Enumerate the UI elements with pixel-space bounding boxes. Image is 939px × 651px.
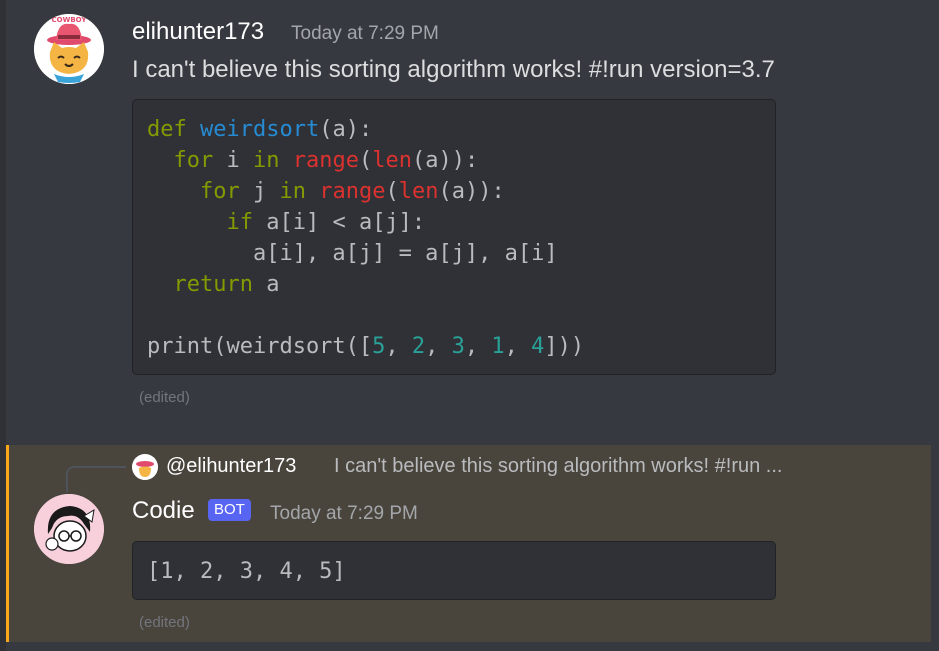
code-token: for [173, 148, 214, 173]
code-token: range [319, 179, 386, 204]
reply-author-mention[interactable]: @elihunter173 [166, 455, 296, 478]
reply-spine-icon [66, 466, 126, 492]
svg-text:COWBOY: COWBOY [52, 16, 88, 24]
message-timestamp[interactable]: Today at 7:29 PM [270, 503, 418, 525]
code-line: for i in range(len(a)): [147, 145, 479, 176]
code-token: if [226, 210, 253, 235]
code-token: len [372, 148, 412, 173]
code-token: ])) [544, 334, 585, 359]
message-text: I can't believe this sorting algorithm w… [132, 56, 775, 83]
bot-badge: BOT [208, 499, 251, 521]
author-name[interactable]: elihunter173 [132, 18, 264, 46]
code-token: return [173, 272, 253, 297]
anime-girl-avatar-icon[interactable] [34, 494, 104, 564]
message-elihunter173: COWBOY elihunter173 Today at 7:29 PM I c… [0, 0, 939, 440]
code-line: a[i], a[j] = a[j], a[i] [147, 238, 558, 269]
code-token: in [279, 179, 306, 204]
code-token: (a): [319, 117, 373, 142]
code-block: def weirdsort(a): for i in range(len(a))… [132, 99, 776, 375]
code-token: 3 [451, 334, 465, 359]
output-text: [1, 2, 3, 4, 5] [147, 559, 346, 584]
mention-highlight-bar [6, 445, 9, 642]
code-line: def weirdsort(a): [147, 114, 372, 145]
code-token: , [464, 334, 492, 359]
code-token: print(weirdsort([ [147, 334, 373, 359]
code-token: a[i] < a[j]: [252, 210, 426, 235]
code-token: (a)): [411, 148, 479, 173]
code-token: weirdsort [199, 117, 320, 142]
code-line: print(weirdsort([5, 2, 3, 1, 4])) [147, 331, 584, 362]
code-token: , [504, 334, 532, 359]
output-code-block: [1, 2, 3, 4, 5] [132, 541, 776, 600]
code-token: range [292, 148, 359, 173]
code-token: ( [358, 148, 373, 173]
code-token: a[i], a[j] = a[j], a[i] [147, 241, 558, 266]
code-token: a [252, 272, 280, 297]
code-token: 2 [411, 334, 426, 359]
code-token: , [385, 334, 412, 359]
edited-label: (edited) [139, 389, 190, 406]
code-token: j [239, 179, 280, 204]
reply-author-avatar-icon[interactable] [132, 454, 158, 480]
message-timestamp[interactable]: Today at 7:29 PM [291, 23, 439, 45]
code-token: 1 [491, 334, 505, 359]
code-line: return a [147, 269, 280, 300]
code-token: in [253, 148, 280, 173]
code-line: if a[i] < a[j]: [147, 207, 425, 238]
reply-preview-text[interactable]: I can't believe this sorting algorithm w… [334, 455, 782, 478]
code-token: (a)): [438, 179, 505, 204]
code-token: i [213, 148, 253, 173]
cowboy-cat-avatar-icon[interactable]: COWBOY [34, 14, 104, 84]
code-line: for j in range(len(a)): [147, 176, 505, 207]
code-token: 4 [531, 334, 545, 359]
code-token: for [199, 179, 240, 204]
code-token: 5 [372, 334, 386, 359]
author-name[interactable]: Codie [132, 497, 195, 525]
code-token: len [398, 179, 439, 204]
code-token: def [147, 117, 200, 142]
code-token: ( [385, 179, 399, 204]
edited-label: (edited) [139, 614, 190, 631]
code-token: , [425, 334, 452, 359]
